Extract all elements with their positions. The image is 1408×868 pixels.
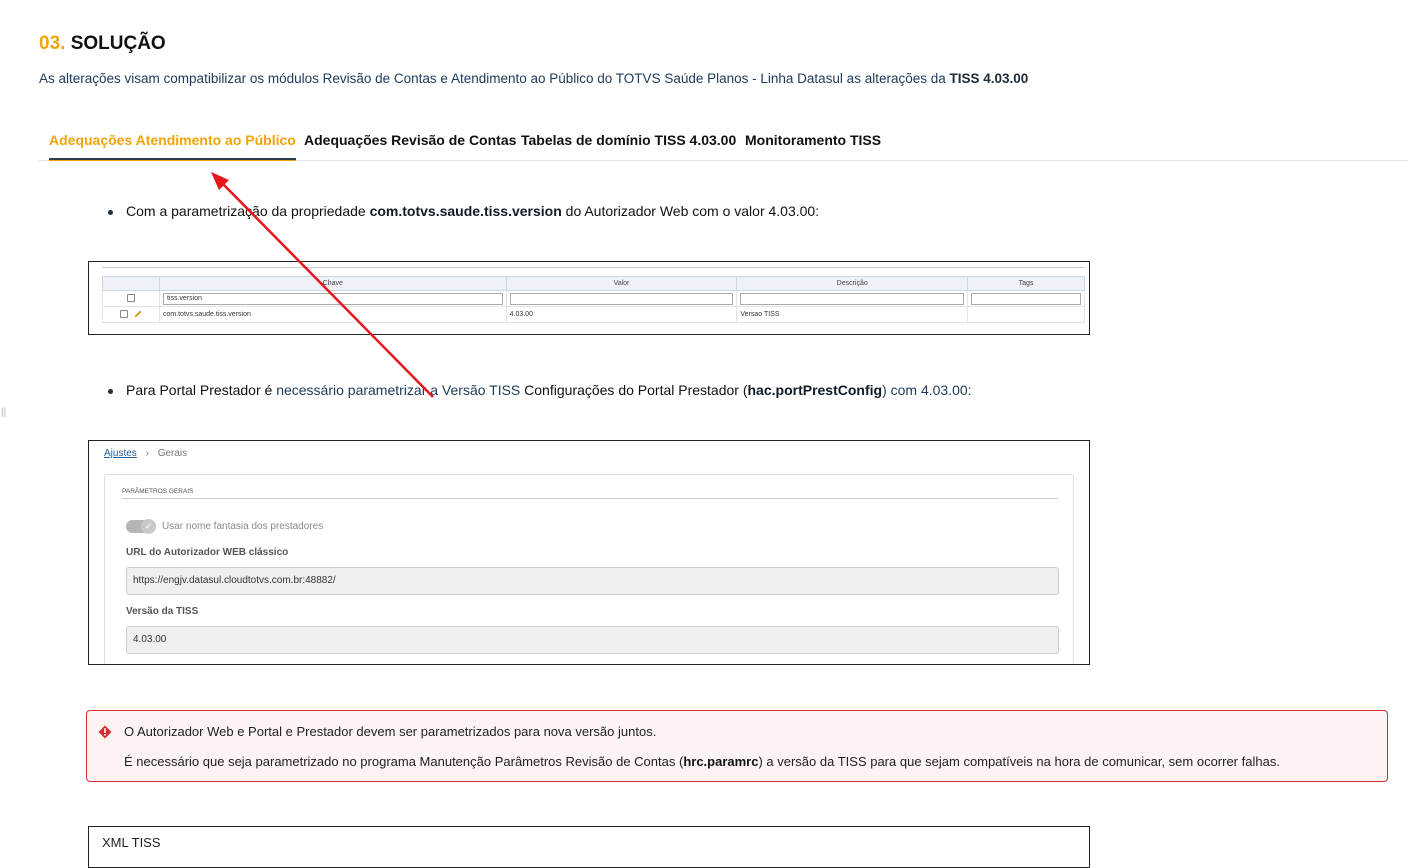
bullet2-pre: Para Portal Prestador é: [126, 382, 277, 398]
cell-descricao: Versao TISS: [736, 306, 969, 323]
filter-tags-input[interactable]: [971, 292, 1081, 305]
check-icon: ✓: [141, 519, 156, 534]
tab-tabelas-dominio[interactable]: Tabelas de domínio TISS 4.03.00: [521, 132, 736, 158]
section-number: 03.: [39, 33, 66, 54]
row-checkbox[interactable]: [119, 309, 128, 318]
bullet1-pre: Com a parametrização da propriedade: [126, 203, 370, 219]
bullet1-post: do Autorizador Web com o valor 4.03.00:: [561, 203, 820, 219]
tab-monitoramento[interactable]: Monitoramento TISS: [745, 132, 881, 158]
breadcrumb-gerais: Gerais: [157, 448, 188, 459]
filter-valor-input[interactable]: [509, 292, 734, 305]
table-top-rule: [102, 267, 1085, 268]
select-all-checkbox[interactable]: [126, 293, 135, 302]
alert-line-2: É necessário que seja parametrizado no p…: [124, 754, 1280, 769]
bullet2-bold: hac.portPrestConfig: [747, 382, 883, 398]
config-table: Chave Valor Descrição Tags tiss.version …: [102, 276, 1085, 323]
cell-chave: com.totvs.saude.tiss.version: [158, 306, 507, 323]
table-header-tags: Tags: [967, 276, 1085, 291]
alert-line2-bold: hrc.paramrc: [683, 754, 759, 769]
bullet2-post: ) com 4.03.00:: [882, 382, 972, 398]
bullet1-bold: com.totvs.saude.tiss.version: [369, 203, 562, 219]
tab-atendimento-publico[interactable]: Adequações Atendimento ao Público: [49, 132, 296, 161]
breadcrumb-separator: ›: [145, 448, 149, 459]
table-filter-row: tiss.version: [102, 290, 1085, 307]
nome-fantasia-toggle[interactable]: ✓: [126, 519, 156, 534]
alert-line-1: O Autorizador Web e Portal e Prestador d…: [124, 724, 657, 739]
versao-tiss-field[interactable]: 4.03.00: [126, 626, 1059, 654]
table-header-chave: Chave: [158, 276, 507, 291]
xml-tiss-box: XML TISS: [88, 826, 1090, 868]
config-table-screenshot: Chave Valor Descrição Tags tiss.version …: [88, 261, 1090, 335]
warning-alert: O Autorizador Web e Portal e Prestador d…: [86, 710, 1388, 782]
filter-descricao-input[interactable]: [740, 292, 965, 305]
alert-line2-post: ) a versão da TISS para que sejam compat…: [758, 754, 1280, 769]
tab-bar: Adequações Atendimento ao Público Adequa…: [39, 132, 1408, 161]
tab-revisao-contas[interactable]: Adequações Revisão de Contas: [304, 132, 516, 158]
panel-title: PARÂMETROS GERAIS: [122, 488, 194, 495]
section-title: 03. SOLUÇÃO: [39, 33, 166, 55]
pencil-icon[interactable]: [134, 310, 142, 320]
table-row: com.totvs.saude.tiss.version 4.03.00 Ver…: [102, 306, 1085, 323]
portal-settings-screenshot: Ajustes › Gerais PARÂMETROS GERAIS ✓ Usa…: [88, 440, 1090, 665]
breadcrumb: Ajustes › Gerais: [104, 448, 187, 459]
cell-tags: [967, 306, 1085, 323]
bullet-portal-prestador: Para Portal Prestador é necessário param…: [108, 382, 972, 398]
toggle-label: Usar nome fantasia dos prestadores: [162, 521, 324, 532]
bullet2-link[interactable]: necessário parametrizar a Versão TISS: [276, 382, 520, 398]
table-header-select: [102, 276, 160, 291]
alert-line2-pre: É necessário que seja parametrizado no p…: [124, 754, 684, 769]
panel-divider: [122, 498, 1058, 499]
arrow-head: [211, 172, 229, 190]
xml-tiss-label: XML TISS: [102, 835, 161, 850]
warning-diamond-icon: [98, 725, 112, 739]
params-panel: PARÂMETROS GERAIS ✓ Usar nome fantasia d…: [104, 474, 1074, 664]
table-header-row: Chave Valor Descrição Tags: [102, 276, 1085, 291]
table-header-descricao: Descrição: [736, 276, 969, 291]
table-header-valor: Valor: [505, 276, 738, 291]
bullet-autorizador: Com a parametrização da propriedade com.…: [108, 203, 819, 219]
url-label: URL do Autorizador WEB clássico: [126, 547, 289, 558]
filter-chave-input[interactable]: tiss.version: [162, 292, 503, 305]
bullet2-mid: Configurações do Portal Prestador (: [520, 382, 748, 398]
intro-paragraph: As alterações visam compatibilizar os mó…: [39, 71, 1028, 86]
versao-tiss-label: Versão da TISS: [126, 606, 199, 617]
intro-bold: TISS 4.03.00: [949, 71, 1029, 86]
breadcrumb-ajustes[interactable]: Ajustes: [104, 448, 137, 459]
resize-handle-icon[interactable]: ||: [1, 407, 6, 418]
intro-text: As alterações visam compatibilizar os mó…: [39, 71, 950, 86]
url-field[interactable]: https://engjv.datasul.cloudtotvs.com.br:…: [126, 567, 1059, 595]
cell-valor: 4.03.00: [505, 306, 738, 323]
section-title-text: SOLUÇÃO: [70, 33, 166, 54]
